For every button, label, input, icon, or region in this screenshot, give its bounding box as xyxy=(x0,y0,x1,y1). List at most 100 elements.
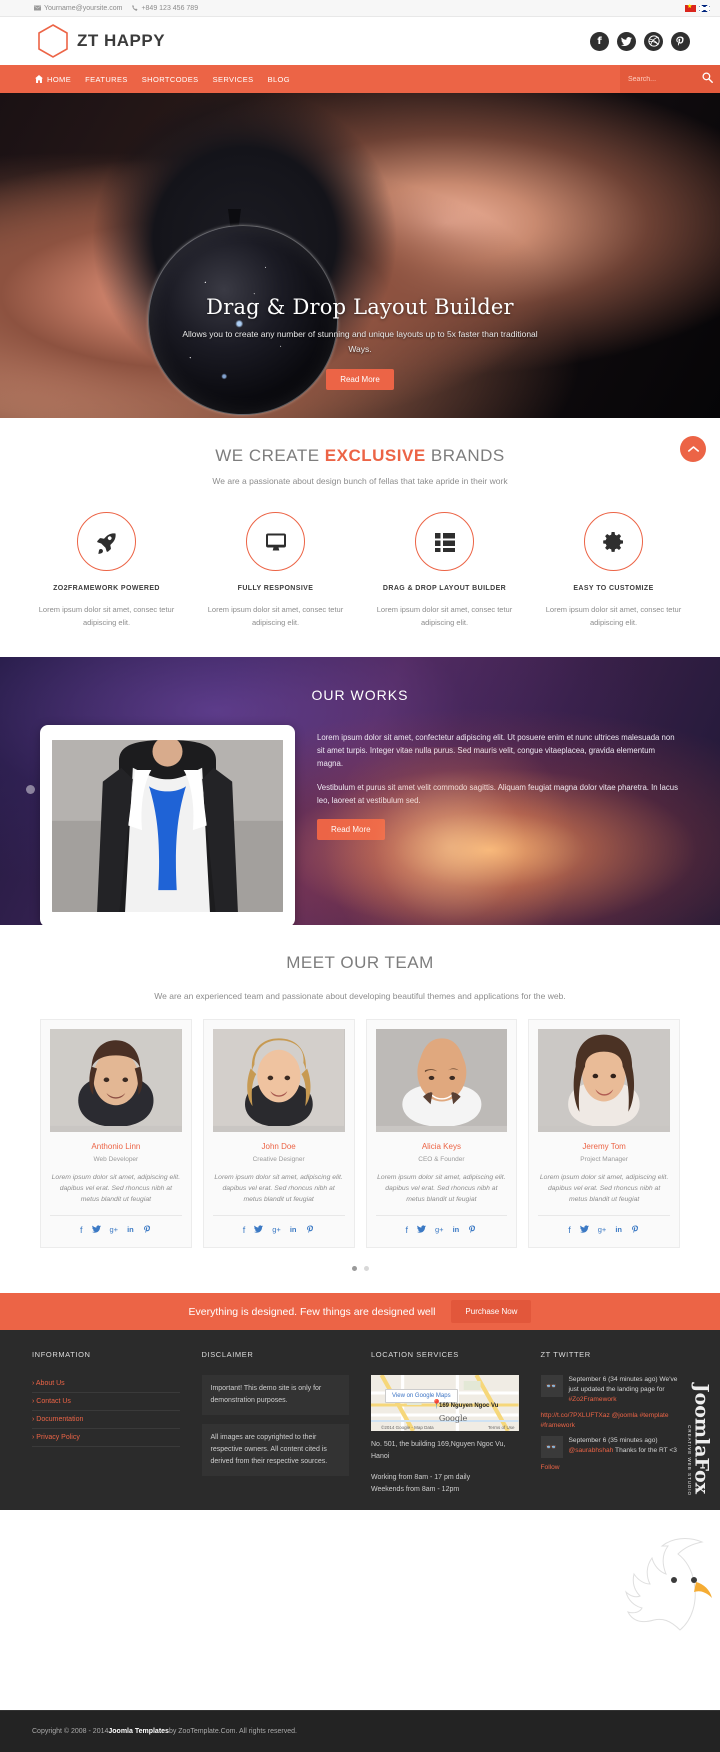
team-carousel-dots xyxy=(0,1266,720,1271)
twitter-icon[interactable] xyxy=(417,1225,427,1236)
carousel-dot-1[interactable] xyxy=(351,1266,357,1271)
dribbble-icon[interactable] xyxy=(644,31,663,51)
twitter-icon[interactable] xyxy=(254,1225,264,1236)
carousel-prev-icon[interactable] xyxy=(26,785,35,794)
copyright-post: by ZooTemplate.Com. All rights reserved. xyxy=(168,1728,297,1735)
team-member-bio: Lorem ipsum dolor sit amet, adipiscing e… xyxy=(375,1172,508,1216)
team-member-name: Anthonio Linn xyxy=(91,1142,141,1151)
purchase-now-button[interactable]: Purchase Now xyxy=(451,1300,532,1323)
facebook-icon[interactable]: f xyxy=(590,31,609,51)
features-subtitle: We are a passionate about design bunch o… xyxy=(212,476,508,486)
pinterest-icon[interactable] xyxy=(468,1225,477,1236)
team-member-bio: Lorem ipsum dolor sit amet, adipiscing e… xyxy=(50,1172,182,1216)
features-title: WE CREATE EXCLUSIVE BRANDS xyxy=(0,446,720,466)
avatar-illustration xyxy=(375,1029,508,1127)
features-list: ZO2FRAMEWORK POWERED Lorem ipsum dolor s… xyxy=(0,512,720,629)
team-member-name: Jeremy Tom xyxy=(582,1142,626,1151)
suit-figure-illustration xyxy=(52,740,283,912)
pinterest-icon[interactable] xyxy=(671,31,690,51)
pinterest-icon[interactable] xyxy=(631,1225,640,1236)
topbar-email[interactable]: Yourname@yoursite.com xyxy=(34,5,122,12)
tweet-mention[interactable]: @saurabhshah xyxy=(569,1447,614,1454)
twitter-icon[interactable] xyxy=(579,1225,589,1236)
map-place-label: 169 Nguyen Ngoc Vu xyxy=(439,1403,499,1409)
facebook-icon[interactable]: f xyxy=(243,1225,246,1236)
linkedin-icon[interactable]: in xyxy=(127,1225,134,1236)
flag-vietnam-icon[interactable] xyxy=(685,3,696,12)
nav-item-shortcodes[interactable]: SHORTCODES xyxy=(142,75,199,84)
team-member-social: f g+ in xyxy=(538,1225,670,1236)
carousel-dot-2[interactable] xyxy=(363,1266,369,1271)
linkedin-icon[interactable]: in xyxy=(290,1225,297,1236)
tweet-link[interactable]: http://t.co/7PXLUFTXaz @joomla xyxy=(541,1412,638,1419)
twitter-icon[interactable] xyxy=(91,1225,101,1236)
logo[interactable]: ZT HAPPY xyxy=(38,24,165,58)
twitter-follow-link[interactable]: Follow xyxy=(541,1464,689,1471)
flag-uk-icon[interactable] xyxy=(699,4,710,12)
team-member-social: f g+ in xyxy=(50,1225,182,1236)
avatar-illustration xyxy=(538,1029,670,1127)
footer-column-disclaimer: DISCLAIMER Important! This demo site is … xyxy=(201,1350,349,1510)
feature-item-zo2framework[interactable]: ZO2FRAMEWORK POWERED Lorem ipsum dolor s… xyxy=(22,512,191,629)
googleplus-icon[interactable]: g+ xyxy=(435,1225,444,1236)
location-map[interactable]: View on Google Maps 📍 169 Nguyen Ngoc Vu… xyxy=(371,1375,519,1431)
tweet-body: September 6 (35 minutes ago) @saurabhsha… xyxy=(569,1436,689,1458)
team-member-social: f g+ in xyxy=(213,1225,345,1236)
googleplus-icon[interactable]: g+ xyxy=(110,1225,119,1236)
pinterest-icon[interactable] xyxy=(306,1225,315,1236)
scroll-to-top-button[interactable] xyxy=(680,436,706,462)
pinterest-icon[interactable] xyxy=(143,1225,152,1236)
feature-body: Lorem ipsum dolor sit amet, consec tetur… xyxy=(38,605,175,627)
search-box[interactable] xyxy=(620,65,720,93)
team-member-card[interactable]: Alicia Keys CEO & Founder Lorem ipsum do… xyxy=(365,1019,518,1248)
view-on-google-maps-button[interactable]: View on Google Maps xyxy=(385,1389,458,1403)
desktop-icon xyxy=(246,512,305,571)
search-icon[interactable] xyxy=(702,72,713,86)
team-member-role: Project Manager xyxy=(580,1156,628,1163)
language-flags xyxy=(685,3,710,12)
footer-link-documentation[interactable]: › Documentation xyxy=(32,1411,180,1429)
copyright-brand: Joomla Templates xyxy=(108,1728,169,1735)
list-icon xyxy=(415,512,474,571)
nav-item-blog[interactable]: BLOG xyxy=(268,75,290,84)
team-subtitle: We are an experienced team and passionat… xyxy=(154,991,566,1001)
features-section: WE CREATE EXCLUSIVE BRANDS We are a pass… xyxy=(0,418,720,657)
googleplus-icon[interactable]: g+ xyxy=(272,1225,281,1236)
feature-item-customize[interactable]: EASY TO CUSTOMIZE Lorem ipsum dolor sit … xyxy=(529,512,698,629)
works-copy: Lorem ipsum dolor sit amet, confectetur … xyxy=(317,725,680,840)
linkedin-icon[interactable]: in xyxy=(615,1225,622,1236)
team-member-social: f g+ in xyxy=(376,1225,508,1236)
tweet-hashtag[interactable]: #Zo2Framework xyxy=(569,1396,617,1403)
feature-item-layout-builder[interactable]: DRAG & DROP LAYOUT BUILDER Lorem ipsum d… xyxy=(360,512,529,629)
facebook-icon[interactable]: f xyxy=(406,1225,409,1236)
tablet-mockup xyxy=(40,725,295,925)
twitter-icon[interactable] xyxy=(617,31,636,51)
location-hours: Working from 8am - 17 pm daily Weekends … xyxy=(371,1472,519,1496)
team-member-card[interactable]: Jeremy Tom Project Manager Lorem ipsum d… xyxy=(528,1019,680,1248)
linkedin-icon[interactable]: in xyxy=(453,1225,460,1236)
googleplus-icon[interactable]: g+ xyxy=(598,1225,607,1236)
footer-link-privacy-policy[interactable]: › Privacy Policy xyxy=(32,1429,180,1447)
nav-item-services[interactable]: SERVICES xyxy=(213,75,254,84)
facebook-icon[interactable]: f xyxy=(568,1225,571,1236)
team-member-card[interactable]: Anthonio Linn Web Developer Lorem ipsum … xyxy=(40,1019,192,1248)
footer-link-about-us[interactable]: › About Us xyxy=(32,1375,180,1393)
nav-item-features[interactable]: FEATURES xyxy=(85,75,128,84)
map-terms-link[interactable]: Terms of Use xyxy=(488,1425,515,1430)
search-input[interactable] xyxy=(628,75,702,83)
footer-heading-disclaimer: DISCLAIMER xyxy=(201,1350,254,1359)
footer-link-contact-us[interactable]: › Contact Us xyxy=(32,1393,180,1411)
team-member-card[interactable]: John Doe Creative Designer Lorem ipsum d… xyxy=(202,1019,355,1248)
facebook-icon[interactable]: f xyxy=(80,1225,83,1236)
cta-banner: Everything is designed. Few things are d… xyxy=(0,1293,720,1330)
header-social-list: f xyxy=(590,31,690,51)
nav-item-home[interactable]: HOME xyxy=(35,75,71,84)
tweet-item: 👓 September 6 (34 minutes ago) We've jus… xyxy=(540,1375,689,1405)
works-read-more-button[interactable]: Read More xyxy=(317,819,385,840)
home-icon xyxy=(35,75,43,83)
hero-read-more-button[interactable]: Read More xyxy=(326,369,394,390)
feature-item-responsive[interactable]: FULLY RESPONSIVE Lorem ipsum dolor sit a… xyxy=(191,512,360,629)
team-member-name: Alicia Keys xyxy=(421,1142,461,1151)
topbar-phone[interactable]: +849 123 456 789 xyxy=(132,5,198,12)
chevron-up-icon xyxy=(687,446,699,452)
